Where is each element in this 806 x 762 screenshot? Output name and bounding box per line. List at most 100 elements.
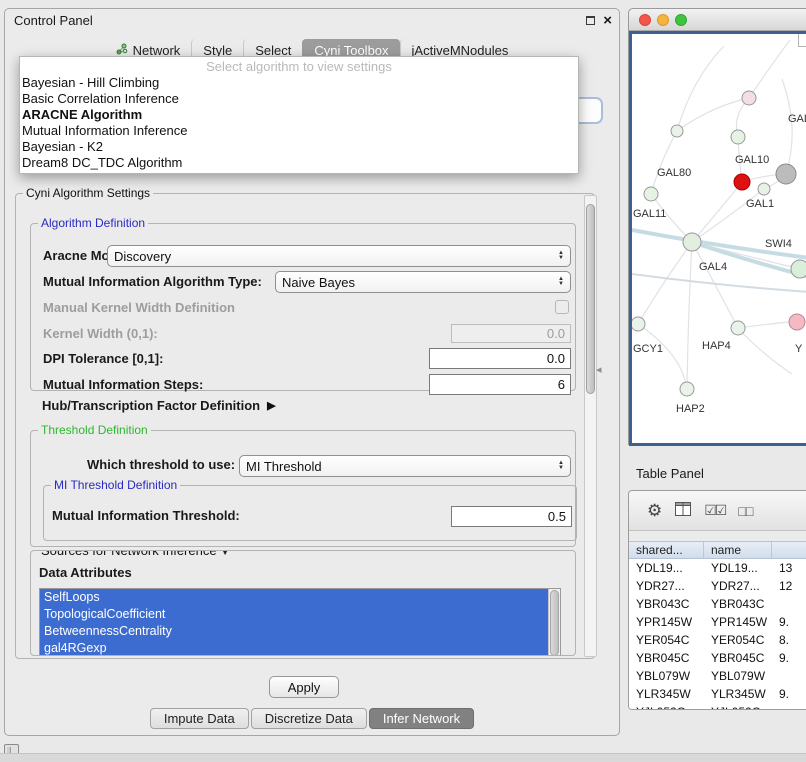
combo-stepper-icon: ▲▼ xyxy=(558,461,564,471)
collapse-closed-icon: ▶ xyxy=(267,399,275,412)
combo-stepper-icon: ▲▼ xyxy=(558,251,564,261)
hub-definition-label: Hub/Transcription Factor Definition xyxy=(42,398,260,413)
table-row[interactable]: YDR27...YDR27...12 xyxy=(629,577,806,595)
network-edge xyxy=(749,40,790,98)
algorithm-dropdown-popup: Select algorithm to view settings Bayesi… xyxy=(19,56,579,174)
algorithm-popup-placeholder: Select algorithm to view settings xyxy=(20,59,578,75)
sources-title-label: Sources for Network Inference xyxy=(41,550,217,558)
float-window-icon[interactable] xyxy=(586,16,595,25)
settings-scrollbar[interactable] xyxy=(584,195,597,657)
window-close-light[interactable] xyxy=(639,14,651,26)
network-node-label: HAP4 xyxy=(702,340,731,352)
table-row[interactable]: YBR043CYBR043C xyxy=(629,595,806,613)
table-header-row: shared...name xyxy=(629,541,806,559)
table-cell: YBL079W xyxy=(704,667,772,685)
table-row[interactable]: YDL19...YDL19...13 xyxy=(629,559,806,577)
table-cell xyxy=(772,595,806,613)
algorithm-option[interactable]: Basic Correlation Inference xyxy=(20,91,578,107)
which-threshold-combo[interactable]: MI Threshold ▲▼ xyxy=(239,455,571,477)
gear-icon[interactable]: ⚙ xyxy=(647,502,662,519)
hub-definition-toggle[interactable]: Hub/Transcription Factor Definition ▶ xyxy=(42,397,276,413)
network-node[interactable] xyxy=(789,314,805,330)
column-header[interactable] xyxy=(772,542,806,558)
list-item[interactable]: TopologicalCoefficient xyxy=(40,606,548,623)
which-threshold-label: Which threshold to use: xyxy=(87,455,235,475)
sources-group-title[interactable]: Sources for Network Inference▼ xyxy=(38,550,233,560)
mi-threshold-field[interactable]: 0.5 xyxy=(451,506,572,527)
select-all-icon[interactable]: ☑☑ xyxy=(704,502,725,519)
network-node[interactable] xyxy=(731,130,745,144)
column-header[interactable]: shared... xyxy=(629,542,704,558)
deselect-all-icon[interactable]: □□ xyxy=(738,503,751,519)
algorithm-option[interactable]: ARACNE Algorithm xyxy=(20,107,578,123)
network-node-label: HAP2 xyxy=(676,403,705,415)
network-node[interactable] xyxy=(758,183,770,195)
algorithm-option[interactable]: Dream8 DC_TDC Algorithm xyxy=(20,155,578,171)
network-node[interactable] xyxy=(742,91,756,105)
tab-discretize-data[interactable]: Discretize Data xyxy=(251,708,367,729)
window-minimize-light[interactable] xyxy=(657,14,669,26)
network-edge xyxy=(632,274,806,292)
tab-impute-data[interactable]: Impute Data xyxy=(150,708,249,729)
table-cell: YBR043C xyxy=(629,595,704,613)
settings-scrollbar-thumb[interactable] xyxy=(586,204,595,394)
close-icon[interactable]: × xyxy=(603,15,612,26)
algorithm-option[interactable]: Bayesian - K2 xyxy=(20,139,578,155)
kernel-width-field[interactable]: 0.0 xyxy=(451,324,571,343)
table-cell: YER054C xyxy=(629,631,704,649)
list-item[interactable]: gal4RGexp xyxy=(40,640,548,656)
table-row[interactable]: YPR145WYPR145W9. xyxy=(629,613,806,631)
network-node[interactable] xyxy=(731,321,745,335)
network-canvas-svg: GAL80GAL7GAL10GAL11GAL1SWI4GAL4GCY1HAP4Y… xyxy=(632,34,806,443)
table-cell xyxy=(772,667,806,685)
mi-algorithm-type-label: Mutual Information Algorithm Type: xyxy=(43,272,262,292)
column-header[interactable]: name xyxy=(704,542,772,558)
kernel-width-label: Kernel Width (0,1): xyxy=(43,324,158,344)
network-node[interactable] xyxy=(671,125,683,137)
table-row[interactable]: YJL052CYJL052C xyxy=(629,703,806,709)
table-row[interactable]: YER054CYER054C8. xyxy=(629,631,806,649)
list-item[interactable]: SelfLoops xyxy=(40,589,548,606)
network-node[interactable] xyxy=(644,187,658,201)
table-cell: 8. xyxy=(772,631,806,649)
window-zoom-light[interactable] xyxy=(675,14,687,26)
network-node[interactable] xyxy=(632,317,645,331)
algorithm-option[interactable]: Bayesian - Hill Climbing xyxy=(20,75,578,91)
tab-infer-network[interactable]: Infer Network xyxy=(369,708,474,729)
table-row[interactable]: YBL079WYBL079W xyxy=(629,667,806,685)
network-node[interactable] xyxy=(776,164,796,184)
table-cell xyxy=(772,703,806,709)
manual-kernel-width-checkbox[interactable] xyxy=(555,300,569,314)
table-cell: YBL079W xyxy=(629,667,704,685)
table-panel-title: Table Panel xyxy=(636,466,704,481)
mi-algorithm-type-combo[interactable]: Naive Bayes ▲▼ xyxy=(275,271,571,293)
network-canvas[interactable]: GAL80GAL7GAL10GAL11GAL1SWI4GAL4GCY1HAP4Y… xyxy=(629,31,806,446)
show-columns-icon[interactable] xyxy=(675,502,691,519)
table-cell: YBR045C xyxy=(629,649,704,667)
apply-button[interactable]: Apply xyxy=(269,676,339,698)
table-cell: YJL052C xyxy=(704,703,772,709)
splitter-collapse-icon[interactable]: ◂ xyxy=(596,363,602,376)
table-row[interactable]: YBR045CYBR045C9. xyxy=(629,649,806,667)
sources-group: Sources for Network Inference▼ Data Attr… xyxy=(30,550,576,656)
list-scrollbar[interactable] xyxy=(548,589,560,656)
mi-threshold-definition-group: MI Threshold Definition Mutual Informati… xyxy=(43,485,577,541)
network-edge xyxy=(638,324,687,389)
algorithm-option[interactable]: Mutual Information Inference xyxy=(20,123,578,139)
threshold-definition-group: Threshold Definition Which threshold to … xyxy=(30,430,576,547)
network-node[interactable] xyxy=(791,260,806,278)
network-node[interactable] xyxy=(680,382,694,396)
aracne-mode-combo[interactable]: Discovery ▲▼ xyxy=(107,245,571,267)
network-node-label: GAL80 xyxy=(657,167,691,179)
table-cell: YDR27... xyxy=(704,577,772,595)
table-cell: 13 xyxy=(772,559,806,577)
dpi-tolerance-field[interactable]: 0.0 xyxy=(429,348,571,369)
list-item[interactable]: BetweennessCentrality xyxy=(40,623,548,640)
data-attributes-label: Data Attributes xyxy=(39,563,132,583)
network-node[interactable] xyxy=(683,233,701,251)
table-row[interactable]: YLR345WYLR345W9. xyxy=(629,685,806,703)
network-edge xyxy=(738,328,792,374)
mi-steps-field[interactable]: 6 xyxy=(429,374,571,395)
algorithm-definition-group: Algorithm Definition Aracne Mode: Discov… xyxy=(30,223,576,391)
network-node[interactable] xyxy=(734,174,750,190)
